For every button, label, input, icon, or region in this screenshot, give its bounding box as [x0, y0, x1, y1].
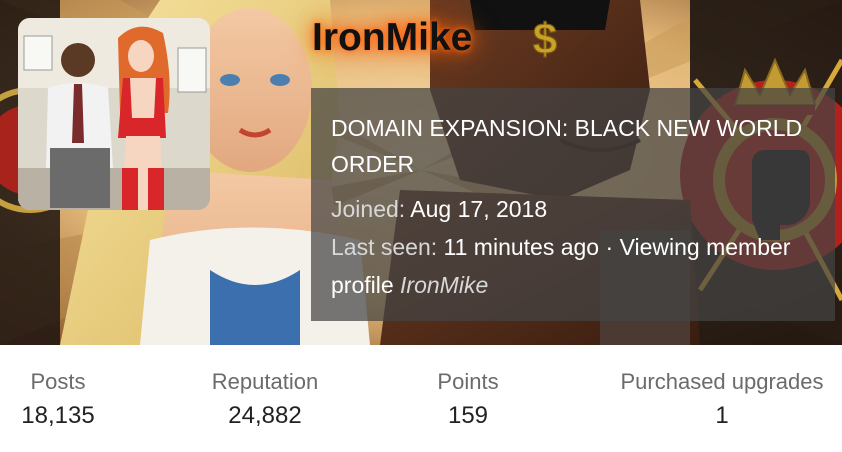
joined-date: Aug 17, 2018: [410, 196, 548, 222]
stat-label: Posts: [30, 369, 86, 394]
stat-value: 18,135: [21, 402, 95, 429]
username[interactable]: IronMike: [312, 12, 472, 64]
joined-label: Joined:: [331, 196, 406, 222]
svg-text:$: $: [533, 15, 557, 64]
activity-target-link[interactable]: IronMike: [400, 272, 488, 298]
stat-value: 24,882: [228, 402, 302, 429]
stat-label: Points: [437, 369, 499, 394]
profile-info-box: DOMAIN EXPANSION: BLACK NEW WORLD ORDER …: [311, 88, 835, 321]
last-seen-time: 11 minutes ago: [443, 234, 600, 260]
last-seen-label: Last seen:: [331, 234, 438, 260]
last-seen-row: Last seen: 11 minutes ago · Viewing memb…: [331, 228, 819, 304]
stat-posts[interactable]: Posts 18,135: [0, 367, 116, 432]
dollar-sign-icon: $: [520, 12, 570, 64]
separator-dot: ·: [605, 234, 614, 260]
stat-value: 159: [447, 402, 489, 429]
joined-row: Joined: Aug 17, 2018: [331, 190, 819, 228]
stat-label: Reputation: [211, 369, 319, 394]
stat-label: Purchased upgrades: [620, 369, 824, 394]
profile-header: IronMike $ DOMAIN EXPANSION: BLACK NEW W…: [0, 0, 842, 452]
stat-points[interactable]: Points 159: [418, 367, 518, 432]
stat-purchased-upgrades[interactable]: Purchased upgrades 1: [607, 367, 837, 432]
profile-tagline: DOMAIN EXPANSION: BLACK NEW WORLD ORDER: [331, 115, 803, 177]
profile-stats: Posts 18,135 Reputation 24,882 Points 15…: [0, 345, 842, 452]
profile-avatar[interactable]: [18, 18, 210, 210]
stat-value: 1: [715, 402, 729, 429]
stat-reputation[interactable]: Reputation 24,882: [195, 367, 335, 432]
